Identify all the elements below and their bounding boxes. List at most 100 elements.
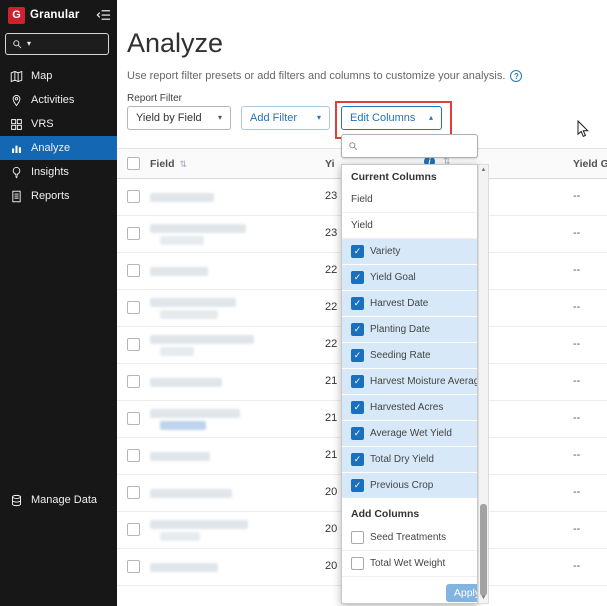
scroll-up-arrow-icon[interactable]: ▲	[479, 167, 488, 173]
column-option[interactable]: ✓ Previous Crop	[342, 473, 477, 499]
check-icon: ✓	[354, 299, 362, 308]
brand-name: Granular	[30, 9, 91, 21]
row-checkbox[interactable]	[127, 227, 140, 240]
yield-goal-value: --	[573, 375, 580, 387]
check-icon: ✓	[354, 455, 362, 464]
column-option-label: Seed Treatments	[370, 532, 446, 543]
yield-goal-value: --	[573, 301, 580, 313]
checkbox-checked[interactable]: ✓	[351, 401, 364, 414]
checkbox-checked[interactable]: ✓	[351, 479, 364, 492]
column-option[interactable]: ✓ Total Dry Yield	[342, 447, 477, 473]
yield-value: 21	[325, 449, 337, 461]
column-option-yield[interactable]: Yield	[342, 213, 477, 239]
checked-columns-list: ✓ Variety ✓ Yield Goal ✓ Harvest Date ✓ …	[342, 239, 477, 499]
column-search-box[interactable]	[341, 134, 478, 158]
collapse-sidebar-button[interactable]	[96, 9, 111, 21]
column-option-label: Variety	[370, 246, 400, 257]
sidebar-item-reports[interactable]: Reports	[0, 184, 117, 208]
scroll-down-arrow-icon[interactable]: ▼	[479, 595, 488, 601]
page-title: Analyze	[127, 28, 223, 59]
add-columns-header: Add Columns	[342, 499, 477, 525]
column-option-label: Planting Date	[370, 324, 430, 335]
chevron-down-icon[interactable]: ▾	[27, 40, 31, 48]
checkbox-checked[interactable]: ✓	[351, 297, 364, 310]
checkbox-unchecked[interactable]	[351, 557, 364, 570]
column-header-yield[interactable]: Yi	[325, 158, 335, 170]
yield-goal-value: --	[573, 523, 580, 535]
row-checkbox[interactable]	[127, 338, 140, 351]
sidebar-item-label: Activities	[31, 94, 74, 106]
column-option[interactable]: ✓ Harvest Moisture Average	[342, 369, 477, 395]
column-search-input[interactable]	[363, 140, 471, 153]
panel-scrollbar[interactable]: ▲ ▼	[478, 164, 489, 604]
cursor-pointer	[577, 120, 590, 139]
row-checkbox[interactable]	[127, 449, 140, 462]
redacted-field-name	[150, 267, 208, 276]
row-checkbox[interactable]	[127, 486, 140, 499]
analyze-icon	[10, 142, 23, 155]
column-option[interactable]: ✓ Planting Date	[342, 317, 477, 343]
granular-logo: G	[8, 7, 25, 24]
sidebar-item-manage-data[interactable]: Manage Data	[0, 488, 117, 512]
checkbox-checked[interactable]: ✓	[351, 271, 364, 284]
yield-value: 23	[325, 190, 337, 202]
row-checkbox[interactable]	[127, 264, 140, 277]
sidebar-item-label: Manage Data	[31, 494, 97, 506]
yield-value: 23	[325, 227, 337, 239]
apply-button[interactable]: Apply	[446, 584, 478, 602]
column-option[interactable]: ✓ Harvest Date	[342, 291, 477, 317]
column-option-label: Harvest Moisture Average	[370, 376, 477, 387]
redacted-field-name	[150, 298, 236, 307]
sidebar-item-map[interactable]: Map	[0, 64, 117, 88]
map-icon	[10, 70, 23, 83]
column-option[interactable]: ✓ Harvested Acres	[342, 395, 477, 421]
column-option[interactable]: ✓ Variety	[342, 239, 477, 265]
column-option[interactable]: Total Wet Weight	[342, 551, 477, 577]
yield-goal-value: --	[573, 449, 580, 461]
column-option-field[interactable]: Field	[342, 187, 477, 213]
edit-columns-panel: Current Columns Field Yield ✓ Variety ✓ …	[341, 164, 478, 604]
sidebar-item-activities[interactable]: Activities	[0, 88, 117, 112]
sort-icon[interactable]: ⇅	[180, 159, 188, 169]
yield-value: 22	[325, 264, 337, 276]
sidebar-item-label: Insights	[31, 166, 69, 178]
sidebar-search[interactable]: ▾	[5, 33, 109, 55]
redacted-field-name	[150, 335, 254, 344]
scrollbar-thumb[interactable]	[480, 504, 487, 596]
checkbox-checked[interactable]: ✓	[351, 349, 364, 362]
sidebar-bottom: Manage Data	[0, 488, 117, 512]
sidebar-item-label: Analyze	[31, 142, 70, 154]
checkbox-checked[interactable]: ✓	[351, 323, 364, 336]
column-header-field[interactable]: Field⇅	[150, 158, 187, 170]
column-option-label: Total Wet Weight	[370, 558, 445, 569]
sidebar-item-analyze[interactable]: Analyze	[0, 136, 117, 160]
row-checkbox[interactable]	[127, 190, 140, 203]
sidebar: G Granular ▾ Map	[0, 0, 117, 606]
yield-goal-value: --	[573, 338, 580, 350]
row-checkbox[interactable]	[127, 560, 140, 573]
checkbox-unchecked[interactable]	[351, 531, 364, 544]
column-option[interactable]: ✓ Seeding Rate	[342, 343, 477, 369]
check-icon: ✓	[354, 325, 362, 334]
help-icon[interactable]: ?	[510, 70, 522, 82]
add-filter-button[interactable]: Add Filter ▾	[241, 106, 330, 130]
checkbox-checked[interactable]: ✓	[351, 453, 364, 466]
column-option[interactable]: Seed Treatments	[342, 525, 477, 551]
row-checkbox[interactable]	[127, 301, 140, 314]
checkbox-checked[interactable]: ✓	[351, 375, 364, 388]
sidebar-item-insights[interactable]: Insights	[0, 160, 117, 184]
chevron-up-icon: ▴	[429, 114, 433, 122]
row-checkbox[interactable]	[127, 375, 140, 388]
sidebar-item-vrs[interactable]: VRS	[0, 112, 117, 136]
edit-columns-button[interactable]: Edit Columns ▴	[341, 106, 442, 130]
report-filter-select[interactable]: Yield by Field ▾	[127, 106, 231, 130]
row-checkbox[interactable]	[127, 523, 140, 536]
checkbox-checked[interactable]: ✓	[351, 427, 364, 440]
report-filter-label: Report Filter	[127, 93, 182, 104]
row-checkbox[interactable]	[127, 412, 140, 425]
checkbox-checked[interactable]: ✓	[351, 245, 364, 258]
select-all-checkbox[interactable]	[127, 157, 140, 170]
column-option[interactable]: ✓ Yield Goal	[342, 265, 477, 291]
column-header-yield-goal[interactable]: Yield Goal	[573, 158, 607, 170]
column-option[interactable]: ✓ Average Wet Yield	[342, 421, 477, 447]
